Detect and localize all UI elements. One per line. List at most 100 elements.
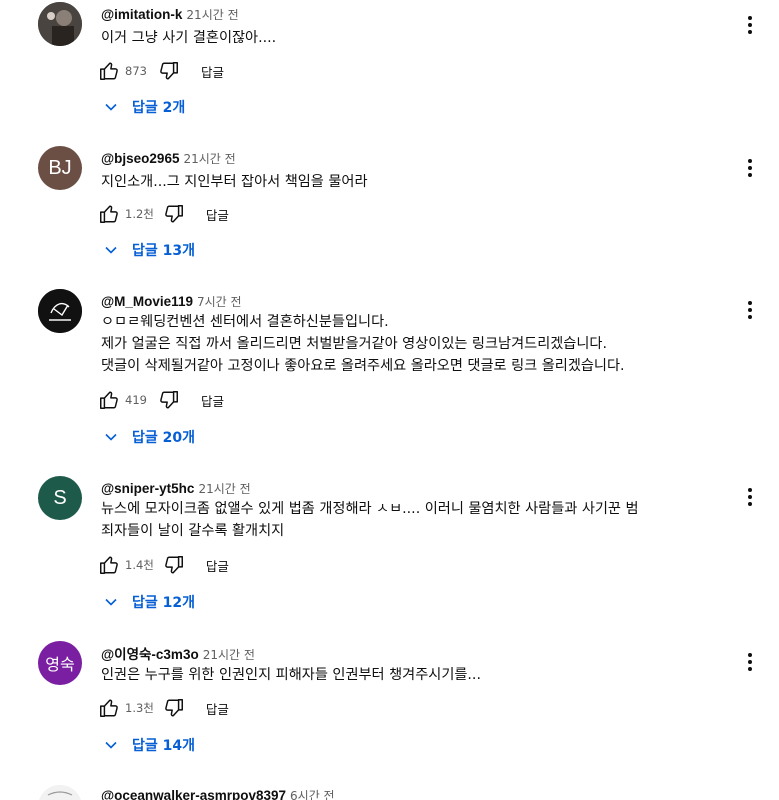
comment-text: 인권은 누구를 위한 인권인지 피해자들 인권부터 챙겨주시기를... xyxy=(101,664,721,686)
comment-header: @M_Movie119 7시간 전 xyxy=(101,291,242,309)
like-count: 1.2천 xyxy=(125,207,154,221)
comment-line: 이거 그냥 사기 결혼이잖아.... xyxy=(101,30,277,46)
timestamp[interactable]: 21시간 전 xyxy=(186,8,238,22)
thumb-up-icon xyxy=(100,699,118,717)
timestamp[interactable]: 21시간 전 xyxy=(203,648,255,662)
replies-count: 답글 13개 xyxy=(132,243,195,259)
comment-actions: 1.3천 답글 xyxy=(97,696,229,720)
more-menu-button[interactable] xyxy=(744,157,756,179)
author-name[interactable]: @sniper-yt5hc xyxy=(101,481,194,496)
author-name[interactable]: @M_Movie119 xyxy=(101,294,193,309)
comment-header: @이영숙-c3m3o 21시간 전 xyxy=(101,643,255,662)
view-replies-button[interactable]: 답글 12개 xyxy=(104,591,195,613)
comment-header: @oceanwalker-asmrpov8397 6시간 전 xyxy=(101,785,335,800)
more-vert-icon xyxy=(748,301,752,305)
comment-text: 지인소개...그 지인부터 잡아서 책임을 물어라 xyxy=(101,171,721,193)
thumb-down-icon xyxy=(160,62,178,80)
comment-line: 제가 얼굴은 직접 까서 올리드리면 처벌받을거같아 영상이있는 링크남겨드리겠… xyxy=(101,336,607,352)
more-menu-button[interactable] xyxy=(744,14,756,36)
thumb-up-icon xyxy=(100,556,118,574)
dislike-button[interactable] xyxy=(157,59,181,83)
author-name[interactable]: @이영숙-c3m3o xyxy=(101,647,199,662)
dislike-button[interactable] xyxy=(162,202,186,226)
replies-count: 답글 12개 xyxy=(132,595,195,611)
dislike-button[interactable] xyxy=(157,388,181,412)
comment-item: @imitation-k 21시간 전 이거 그냥 사기 결혼이잖아.... 87… xyxy=(0,0,779,130)
view-replies-button[interactable]: 답글 14개 xyxy=(104,734,195,756)
comment-actions: 1.2천 답글 xyxy=(97,202,229,226)
avatar[interactable]: 영숙 xyxy=(38,641,82,685)
timestamp[interactable]: 21시간 전 xyxy=(183,152,235,166)
author-name[interactable]: @oceanwalker-asmrpov8397 xyxy=(101,788,286,800)
view-replies-button[interactable]: 답글 13개 xyxy=(104,239,195,261)
like-count: 873 xyxy=(125,64,147,78)
comment-actions: 1.4천 답글 xyxy=(97,553,229,577)
timestamp[interactable]: 7시간 전 xyxy=(197,295,242,309)
view-replies-button[interactable]: 답글 2개 xyxy=(104,96,185,118)
reply-button[interactable]: 답글 xyxy=(206,699,229,718)
comment-line: ㅇㅁㄹ웨딩컨벤션 센터에서 결혼하신분들입니다. xyxy=(101,314,389,330)
chevron-down-icon xyxy=(105,598,117,606)
like-button[interactable] xyxy=(97,59,121,83)
avatar[interactable]: S xyxy=(38,476,82,520)
timestamp[interactable]: 21시간 전 xyxy=(198,482,250,496)
more-menu-button[interactable] xyxy=(744,486,756,508)
dislike-button[interactable] xyxy=(162,553,186,577)
comment-text: ㅇㅁㄹ웨딩컨벤션 센터에서 결혼하신분들입니다. 제가 얼굴은 직접 까서 올리… xyxy=(101,311,721,377)
comment-header: @bjseo2965 21시간 전 xyxy=(101,148,236,166)
reply-button[interactable]: 답글 xyxy=(206,556,229,575)
replies-count: 답글 20개 xyxy=(132,430,195,446)
author-name[interactable]: @bjseo2965 xyxy=(101,151,179,166)
like-button[interactable] xyxy=(97,553,121,577)
thumb-up-icon xyxy=(100,62,118,80)
comment-item: @M_Movie119 7시간 전 ㅇㅁㄹ웨딩컨벤션 센터에서 결혼하신분들입니다… xyxy=(0,287,779,457)
comment-item: @oceanwalker-asmrpov8397 6시간 전 xyxy=(0,783,779,800)
comment-line: 인권은 누구를 위한 인권인지 피해자들 인권부터 챙겨주시기를... xyxy=(101,667,481,683)
replies-count: 답글 2개 xyxy=(132,100,186,116)
like-button[interactable] xyxy=(97,388,121,412)
comment-item: BJ @bjseo2965 21시간 전 지인소개...그 지인부터 잡아서 책임… xyxy=(0,144,779,274)
comment-header: @sniper-yt5hc 21시간 전 xyxy=(101,478,251,496)
more-vert-icon xyxy=(748,159,752,163)
author-name[interactable]: @imitation-k xyxy=(101,7,182,22)
comment-line: 댓글이 삭제될거같아 고정이나 좋아요로 올려주세요 올라오면 댓글로 링크 올… xyxy=(101,358,625,374)
avatar[interactable] xyxy=(38,289,82,333)
more-vert-icon xyxy=(748,488,752,492)
avatar-initials: S xyxy=(53,486,67,509)
avatar[interactable]: BJ xyxy=(38,146,82,190)
comment-item: 영숙 @이영숙-c3m3o 21시간 전 인권은 누구를 위한 인권인지 피해자들… xyxy=(0,639,779,769)
chevron-down-icon xyxy=(105,741,117,749)
avatar[interactable] xyxy=(38,785,82,800)
timestamp[interactable]: 6시간 전 xyxy=(290,789,335,800)
chevron-down-icon xyxy=(105,433,117,441)
chevron-down-icon xyxy=(105,103,117,111)
thumb-down-icon xyxy=(160,391,178,409)
comment-line: 지인소개...그 지인부터 잡아서 책임을 물어라 xyxy=(101,174,368,190)
view-replies-button[interactable]: 답글 20개 xyxy=(104,426,195,448)
comment-text: 뉴스에 모자이크좀 없앨수 있게 법좀 개정해라 ㅅㅂ.... 이러니 물염치한… xyxy=(101,498,721,542)
reply-button[interactable]: 답글 xyxy=(201,391,224,410)
thumb-up-icon xyxy=(100,205,118,223)
more-vert-icon xyxy=(748,16,752,20)
like-count: 1.3천 xyxy=(125,701,154,715)
comment-actions: 873 답글 xyxy=(97,59,224,83)
more-menu-button[interactable] xyxy=(744,299,756,321)
dislike-button[interactable] xyxy=(162,696,186,720)
chevron-down-icon xyxy=(105,246,117,254)
more-menu-button[interactable] xyxy=(744,651,756,673)
more-vert-icon xyxy=(748,653,752,657)
avatar-initials: 영숙 xyxy=(45,657,75,674)
like-button[interactable] xyxy=(97,696,121,720)
replies-count: 답글 14개 xyxy=(132,738,195,754)
reply-button[interactable]: 답글 xyxy=(201,62,224,81)
comment-actions: 419 답글 xyxy=(97,388,224,412)
thumb-down-icon xyxy=(165,699,183,717)
comment-header: @imitation-k 21시간 전 xyxy=(101,4,239,22)
avatar-initials: BJ xyxy=(48,156,72,179)
avatar[interactable] xyxy=(38,2,82,46)
like-count: 419 xyxy=(125,393,147,407)
like-button[interactable] xyxy=(97,202,121,226)
like-count: 1.4천 xyxy=(125,558,154,572)
comment-line: 뉴스에 모자이크좀 없앨수 있게 법좀 개정해라 ㅅㅂ.... 이러니 물염치한… xyxy=(101,501,639,517)
reply-button[interactable]: 답글 xyxy=(206,205,229,224)
